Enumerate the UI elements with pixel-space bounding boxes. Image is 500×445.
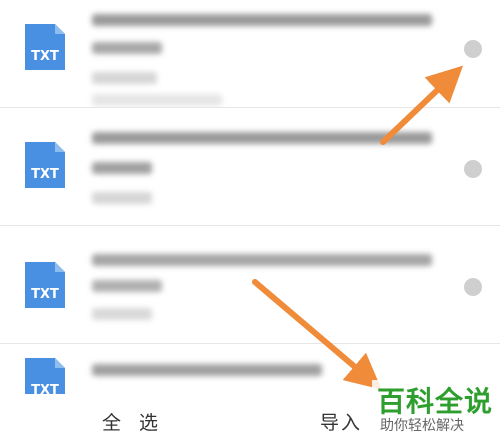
file-list-item[interactable]: TXT (0, 108, 500, 226)
blurred-file-name (92, 364, 322, 376)
txt-file-icon: TXT (25, 24, 65, 70)
txt-file-icon: TXT (25, 142, 65, 188)
watermark-logo: 百科全说 (377, 385, 494, 418)
txt-icon-label: TXT (31, 287, 59, 302)
blurred-file-name (92, 162, 152, 174)
select-radio[interactable] (464, 278, 482, 296)
blurred-file-info (92, 94, 222, 106)
select-all-button[interactable]: 全 选 (102, 408, 164, 435)
blurred-file-name (92, 254, 432, 266)
file-list-item[interactable]: TXT (0, 226, 500, 344)
import-button[interactable]: 导入 (320, 408, 362, 435)
blurred-file-info (92, 72, 157, 84)
blurred-file-info (92, 192, 152, 204)
blurred-file-name (92, 280, 162, 292)
txt-icon-label: TXT (31, 49, 59, 64)
txt-icon-label: TXT (31, 167, 59, 182)
watermark-slogan: 助你轻松解决 (380, 418, 464, 434)
blurred-file-info (92, 308, 152, 320)
select-radio[interactable] (464, 160, 482, 178)
select-radio[interactable] (464, 40, 482, 58)
blurred-file-name (92, 14, 432, 26)
txt-file-icon: TXT (25, 262, 65, 308)
blurred-file-name (92, 42, 162, 54)
file-list-item[interactable]: TXT (0, 0, 500, 108)
blurred-file-name (92, 132, 432, 144)
